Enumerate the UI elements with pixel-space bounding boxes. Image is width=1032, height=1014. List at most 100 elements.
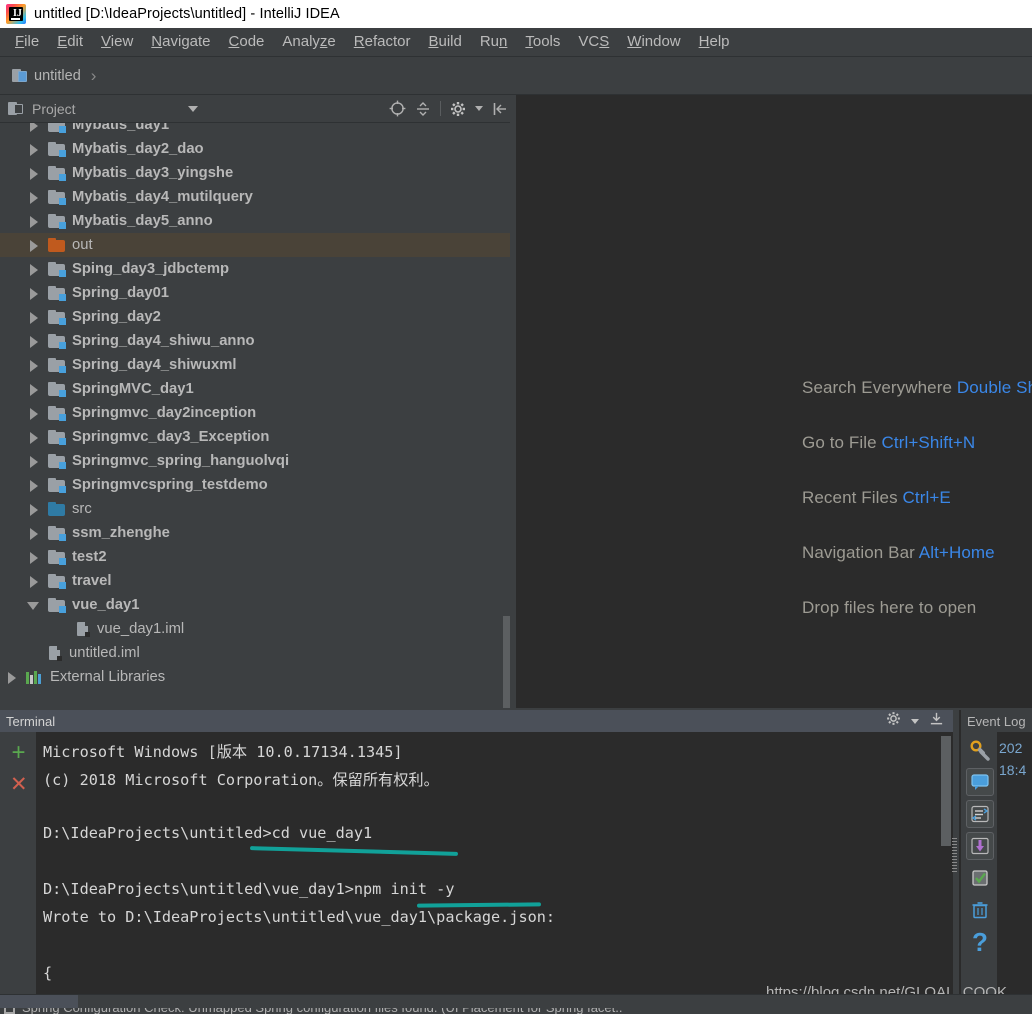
locate-icon[interactable] — [389, 100, 406, 117]
menu-file[interactable]: File — [6, 28, 48, 56]
tree-row[interactable]: Springmvc_day3_Exception — [0, 425, 516, 449]
chevron-right-icon[interactable] — [28, 239, 39, 252]
tree-row[interactable]: External Libraries — [0, 665, 516, 689]
tree-row[interactable]: ssm_zhenghe — [0, 521, 516, 545]
tree-item-label: Mybatis_day5_anno — [72, 213, 213, 229]
tree-row[interactable]: vue_day1.iml — [0, 617, 516, 641]
tree-row[interactable]: untitled.iml — [0, 641, 516, 665]
tree-row[interactable]: Mybatis_day3_yingshe — [0, 161, 516, 185]
terminal-output[interactable]: Microsoft Windows [版本 10.0.17134.1345] (c… — [36, 732, 941, 994]
window-title: untitled [D:\IdeaProjects\untitled] - In… — [34, 6, 340, 22]
chevron-right-icon[interactable] — [28, 455, 39, 468]
menu-vcs[interactable]: VCS — [569, 28, 618, 56]
tree-row[interactable]: Springmvcspring_testdemo — [0, 473, 516, 497]
collapse-all-icon[interactable] — [415, 101, 431, 117]
chevron-right-icon[interactable] — [28, 287, 39, 300]
tree-row[interactable]: Spring_day4_shiwu_anno — [0, 329, 516, 353]
tree-row[interactable]: Spring_day2 — [0, 305, 516, 329]
menu-tools[interactable]: Tools — [516, 28, 569, 56]
event-log-content[interactable]: 202 18:4 — [997, 732, 1032, 994]
chevron-right-icon[interactable] — [28, 431, 39, 444]
terminal-scrollbar[interactable] — [941, 736, 951, 846]
tree-row[interactable]: Mybatis_day4_mutilquery — [0, 185, 516, 209]
tree-row[interactable]: Spring_day4_shiwuxml — [0, 353, 516, 377]
tree-row[interactable]: test2 — [0, 545, 516, 569]
tree-row[interactable]: travel — [0, 569, 516, 593]
chevron-right-icon[interactable] — [6, 671, 17, 684]
checkbox-icon[interactable] — [4, 1008, 15, 1014]
tree-row[interactable]: Springmvc_spring_hanguolvqi — [0, 449, 516, 473]
tree-item-label: ssm_zhenghe — [72, 525, 170, 541]
tree-row[interactable]: Mybatis_day1 — [0, 123, 516, 137]
chevron-right-icon[interactable] — [28, 383, 39, 396]
event-log-timestamp-line1: 202 — [999, 740, 1023, 756]
chevron-right-icon[interactable] — [28, 407, 39, 420]
chevron-right-icon[interactable] — [28, 551, 39, 564]
menu-navigate[interactable]: Navigate — [142, 28, 219, 56]
tree-row[interactable]: Mybatis_day2_dao — [0, 137, 516, 161]
tree-row[interactable]: Sping_day3_jdbctemp — [0, 257, 516, 281]
chevron-right-icon[interactable] — [28, 263, 39, 276]
mark-read-icon[interactable] — [966, 864, 994, 892]
chevron-right-icon[interactable] — [28, 527, 39, 540]
menu-refactor[interactable]: Refactor — [345, 28, 420, 56]
tree-row[interactable]: Mybatis_day5_anno — [0, 209, 516, 233]
chevron-right-icon[interactable] — [28, 359, 39, 372]
module-folder-icon — [48, 382, 66, 397]
group-by-type-icon[interactable] — [966, 800, 994, 828]
chevron-right-icon[interactable] — [28, 575, 39, 588]
breadcrumb-item-untitled[interactable]: untitled — [34, 68, 81, 84]
menu-run[interactable]: Run — [471, 28, 517, 56]
menu-help[interactable]: Help — [690, 28, 739, 56]
scroll-to-end-icon[interactable] — [966, 832, 994, 860]
tree-item-label: test2 — [72, 549, 107, 565]
menu-edit[interactable]: Edit — [48, 28, 92, 56]
settings-wrench-icon[interactable] — [966, 736, 994, 764]
chevron-right-icon[interactable] — [28, 311, 39, 324]
chevron-right-icon[interactable] — [28, 143, 39, 156]
menu-build[interactable]: Build — [419, 28, 470, 56]
project-tree[interactable]: Mybatis_day1 Mybatis_day2_dao Mybatis_day3… — [0, 123, 516, 708]
menu-window[interactable]: Window — [618, 28, 689, 56]
close-icon[interactable]: ✕ — [10, 774, 28, 795]
tree-row[interactable]: vue_day1 — [0, 593, 516, 617]
help-icon[interactable]: ? — [966, 927, 994, 957]
hide-toolwindow-icon[interactable] — [929, 711, 944, 731]
menu-view[interactable]: View — [92, 28, 142, 56]
trash-icon[interactable] — [966, 896, 994, 924]
chevron-right-icon[interactable] — [28, 335, 39, 348]
tree-row[interactable]: out — [0, 233, 516, 257]
tree-row[interactable]: Spring_day01 — [0, 281, 516, 305]
tool-window-resize-grip[interactable] — [952, 838, 957, 874]
project-tree-scrollbar[interactable] — [503, 616, 510, 708]
chevron-right-icon[interactable] — [28, 191, 39, 204]
shortcut-hint-row: Recent Files Ctrl+E — [802, 488, 1032, 508]
breadcrumb-separator-icon: › — [90, 65, 97, 85]
gear-icon[interactable] — [886, 711, 901, 731]
chevron-right-icon[interactable] — [28, 503, 39, 516]
gear-icon[interactable] — [450, 101, 466, 117]
chevron-down-icon[interactable] — [27, 600, 39, 611]
menu-analyze[interactable]: Analyze — [273, 28, 344, 56]
chevron-right-icon[interactable] — [28, 215, 39, 228]
show-balloons-icon[interactable] — [966, 768, 994, 796]
terminal-line: Wrote to D:\IdeaProjects\untitled\vue_da… — [43, 908, 556, 926]
plus-icon[interactable]: + — [10, 741, 27, 765]
project-toolwindow-title[interactable]: Project — [32, 101, 76, 117]
menu-code[interactable]: Code — [220, 28, 274, 56]
tree-row[interactable]: src — [0, 497, 516, 521]
chevron-down-small-icon[interactable] — [475, 106, 483, 111]
chevron-right-icon[interactable] — [28, 479, 39, 492]
tree-item-label: Springmvc_day3_Exception — [72, 429, 270, 445]
hide-toolwindow-icon[interactable] — [492, 101, 508, 117]
chevron-down-small-icon[interactable] — [911, 718, 919, 724]
terminal-title[interactable]: Terminal — [6, 714, 55, 729]
chevron-down-icon[interactable] — [187, 105, 198, 112]
tree-item-label: out — [72, 237, 93, 253]
chevron-right-icon[interactable] — [28, 123, 39, 132]
event-log-title[interactable]: Event Log — [967, 714, 1026, 729]
chevron-right-icon[interactable] — [28, 167, 39, 180]
tree-row[interactable]: SpringMVC_day1 — [0, 377, 516, 401]
tree-row[interactable]: Springmvc_day2inception — [0, 401, 516, 425]
